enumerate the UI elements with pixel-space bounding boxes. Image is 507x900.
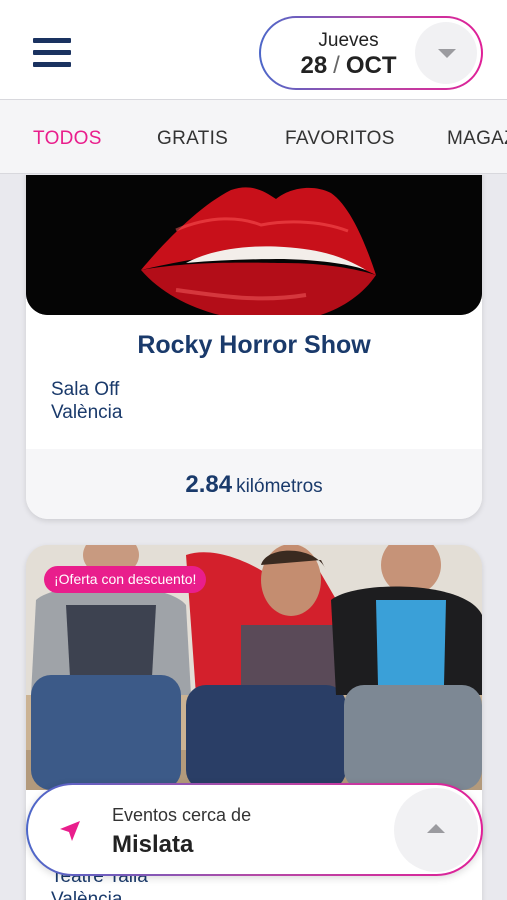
discount-badge: ¡Oferta con descuento!	[44, 566, 207, 593]
distance-value: 2.84	[185, 471, 233, 498]
venue-name: Sala Off	[51, 379, 120, 400]
chevron-up-icon[interactable]	[394, 788, 478, 872]
event-image-red-lips	[26, 175, 482, 315]
app-header: Jueves 28/OCT	[0, 0, 507, 100]
tab-magazine[interactable]: MAGAZINE	[447, 128, 507, 150]
location-city: Mislata	[112, 831, 194, 858]
event-distance: 2.84 kilómetros	[26, 449, 482, 519]
navigation-arrow-icon	[58, 819, 82, 848]
date-month: OCT	[345, 52, 397, 79]
tab-gratis[interactable]: GRATIS	[157, 128, 228, 150]
venue-city: València	[51, 402, 123, 423]
chevron-down-icon[interactable]	[415, 22, 477, 84]
event-title[interactable]: Rocky Horror Show	[26, 331, 482, 360]
venue-city: València	[51, 889, 123, 900]
date-selector[interactable]: Jueves 28/OCT	[259, 16, 483, 90]
tab-todos[interactable]: TODOS	[33, 128, 102, 150]
category-tabs: TODOS GRATIS FAVORITOS MAGAZINE	[0, 100, 507, 174]
menu-icon[interactable]	[33, 38, 73, 68]
date-value: 28/OCT	[261, 52, 436, 80]
tab-favoritos[interactable]: FAVORITOS	[285, 128, 395, 150]
location-label: Eventos cerca de	[112, 805, 252, 825]
event-card[interactable]: Rocky Horror Show Sala Off València 2.84…	[26, 175, 482, 519]
location-selector[interactable]: Eventos cerca de Mislata	[26, 783, 483, 876]
date-separator: /	[333, 52, 340, 79]
date-day-number: 28	[300, 52, 328, 79]
date-weekday: Jueves	[318, 30, 379, 51]
event-venue: Sala Off València	[51, 378, 122, 424]
distance-unit: kilómetros	[236, 476, 323, 497]
event-image-three-men-on-sofa: ¡Oferta con descuento!	[26, 545, 482, 790]
